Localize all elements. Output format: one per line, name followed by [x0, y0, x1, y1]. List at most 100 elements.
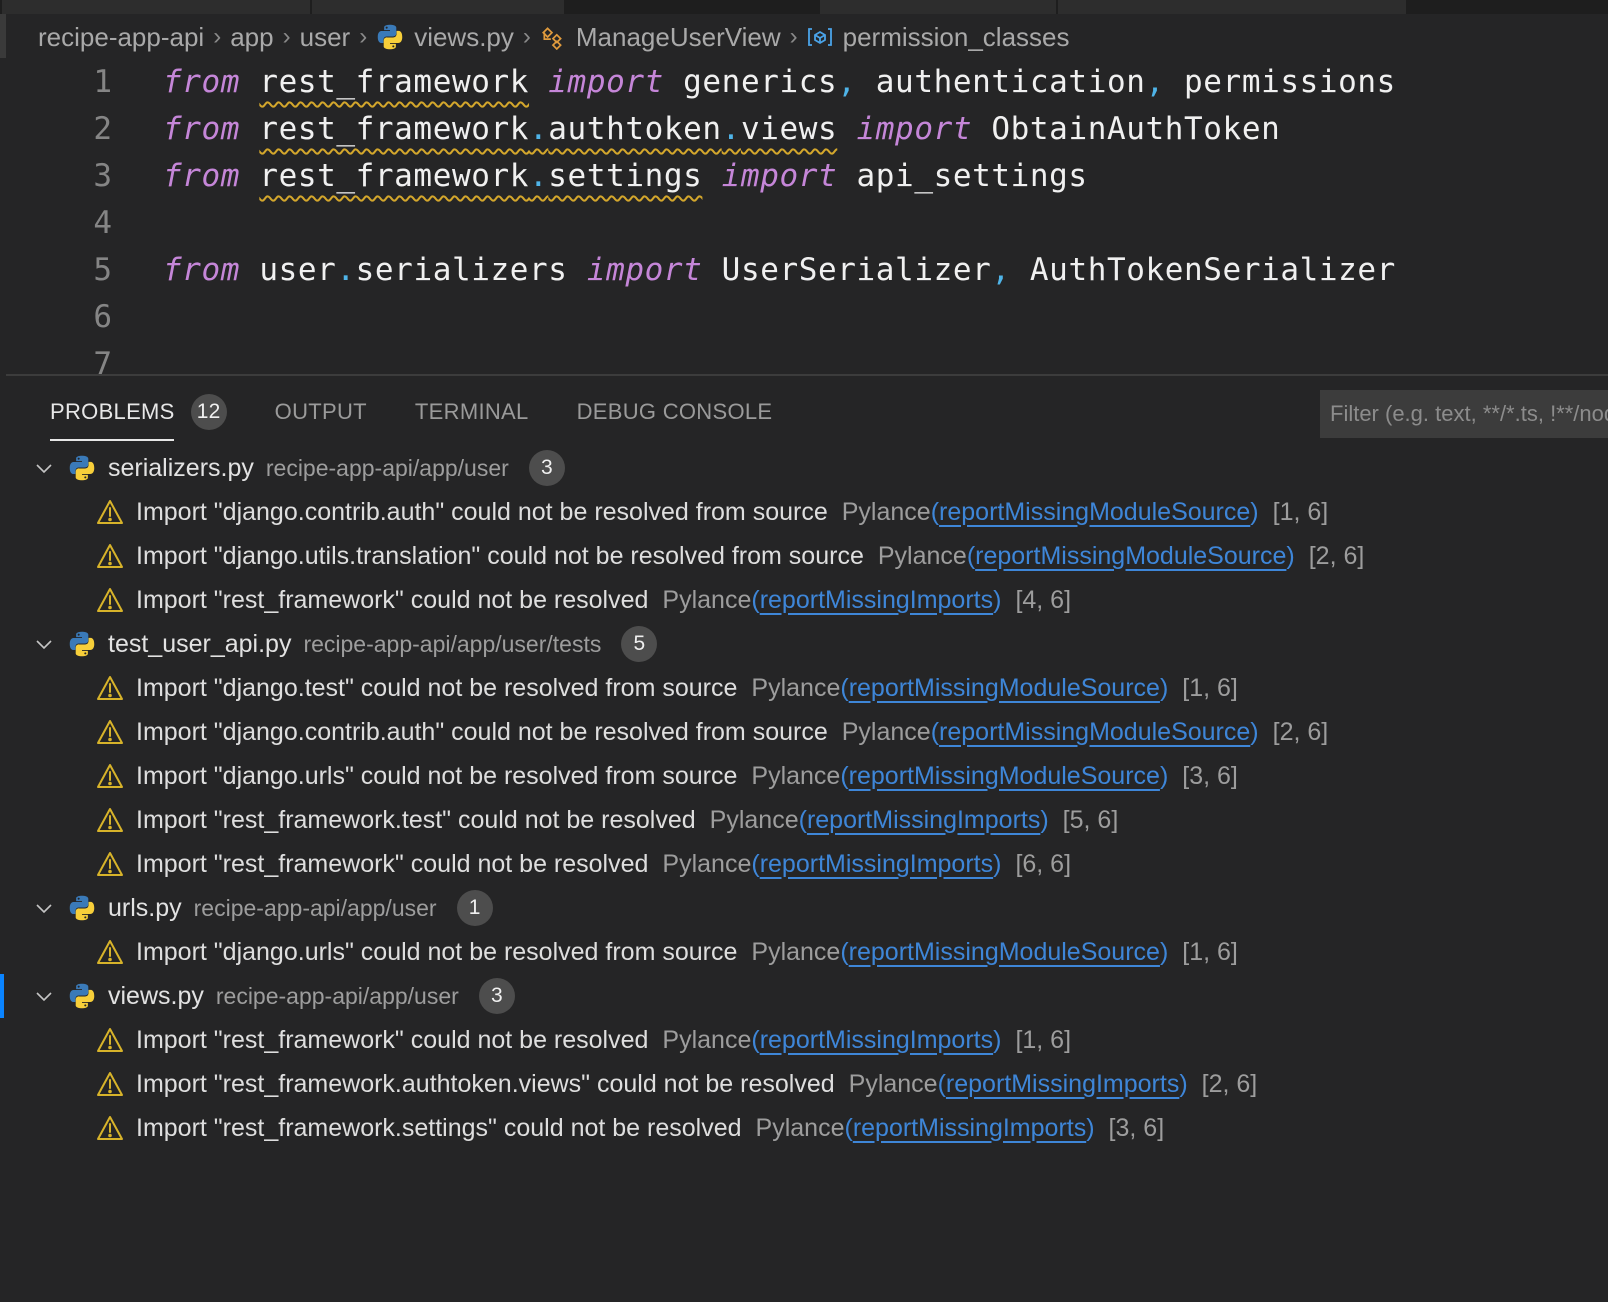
problem-item[interactable]: Import "rest_framework" could not be res… [0, 842, 1608, 886]
problem-location: [2, 6] [1308, 541, 1365, 570]
problem-item[interactable]: Import "django.contrib.auth" could not b… [0, 490, 1608, 534]
code-token: settings [548, 158, 703, 194]
code-line[interactable]: 5 from user.serializers import UserSerial… [0, 246, 1608, 294]
tab-label: DEBUG CONSOLE [576, 399, 773, 424]
paren: ( [930, 717, 940, 746]
warning-icon [96, 1071, 124, 1097]
problem-rule-link[interactable]: reportMissingModuleSource [939, 498, 1250, 527]
chevron-down-icon[interactable] [34, 634, 54, 654]
code-text[interactable]: from user.serializers import UserSeriali… [163, 246, 1396, 294]
editor-tab-strip [0, 0, 1608, 14]
code-line[interactable]: 6 [0, 293, 1608, 341]
problem-rule-link[interactable]: reportMissingModuleSource [849, 762, 1160, 791]
breadcrumb-separator-icon: › [522, 23, 531, 50]
problem-rule-link[interactable]: reportMissingModuleSource [849, 938, 1160, 967]
breadcrumb-label[interactable]: user [300, 22, 351, 53]
problem-item[interactable]: Import "rest_framework" could not be res… [0, 1018, 1608, 1062]
problem-item[interactable]: Import "django.urls" could not be resolv… [0, 754, 1608, 798]
problem-rule-link[interactable]: reportMissingImports [946, 1070, 1179, 1099]
code-line[interactable]: 2 from rest_framework.authtoken.views imp… [0, 105, 1608, 153]
editor-tab[interactable] [820, 0, 1056, 14]
code-text[interactable]: from rest_framework.authtoken.views impo… [163, 105, 1280, 153]
problem-location: [4, 6] [1015, 585, 1072, 614]
problem-item[interactable]: Import "django.urls" could not be resolv… [0, 930, 1608, 974]
problem-item[interactable]: Import "django.test" could not be resolv… [0, 666, 1608, 710]
paren: ( [840, 673, 849, 702]
tab-debug-console[interactable]: DEBUG CONSOLE [577, 399, 773, 425]
problem-location: [5, 6] [1062, 805, 1119, 834]
problem-item[interactable]: Import "django.contrib.auth" could not b… [0, 710, 1608, 754]
warning-icon [96, 1115, 124, 1141]
breadcrumb-label[interactable]: ManageUserView [576, 22, 781, 53]
paren: ) [1250, 717, 1259, 746]
problem-file-row[interactable]: serializers.py recipe-app-api/app/user 3 [0, 446, 1608, 490]
problem-rule-link[interactable]: reportMissingModuleSource [849, 674, 1160, 703]
warning-icon [96, 763, 124, 789]
problem-item[interactable]: Import "django.utils.translation" could … [0, 534, 1608, 578]
code-line[interactable]: 3 from rest_framework.settings import api… [0, 152, 1608, 200]
problem-source: Pylance [662, 1025, 752, 1054]
code-token: import [548, 64, 664, 100]
problem-file-path: recipe-app-api/app/user [193, 894, 437, 921]
editor-tab[interactable] [2, 0, 310, 14]
code-editor[interactable]: 1 from rest_framework import generics, au… [0, 58, 1608, 374]
problem-item[interactable]: Import "rest_framework" could not be res… [0, 578, 1608, 622]
problem-item[interactable]: Import "rest_framework.authtoken.views" … [0, 1062, 1608, 1106]
problem-file-row[interactable]: views.py recipe-app-api/app/user 3 [0, 974, 1608, 1018]
problem-message: Import "rest_framework.authtoken.views" … [136, 1069, 835, 1098]
tab-problems[interactable]: PROBLEMS 12 [50, 394, 227, 430]
problem-source: Pylance [662, 585, 752, 614]
problem-rule-link[interactable]: reportMissingModuleSource [939, 718, 1250, 747]
breadcrumb-label[interactable]: app [230, 22, 273, 53]
breadcrumb-item[interactable]: recipe-app-api [38, 22, 204, 53]
problem-rule-link[interactable]: reportMissingImports [760, 1026, 993, 1055]
code-token: user [240, 252, 337, 288]
problem-location: [1, 6] [1182, 673, 1238, 702]
tab-output[interactable]: OUTPUT [275, 399, 367, 425]
paren: ( [966, 541, 976, 570]
problem-message: Import "rest_framework" could not be res… [136, 849, 649, 878]
problem-rule-link[interactable]: reportMissingModuleSource [975, 542, 1286, 571]
code-text[interactable]: from rest_framework import generics, aut… [163, 58, 1396, 106]
chevron-down-icon[interactable] [34, 898, 54, 918]
code-line[interactable]: 4 [0, 199, 1608, 247]
breadcrumb-separator-icon: › [282, 23, 291, 50]
problem-rule-link[interactable]: reportMissingImports [807, 806, 1040, 835]
code-text[interactable]: from rest_framework.settings import api_… [163, 152, 1088, 200]
problem-file-row[interactable]: urls.py recipe-app-api/app/user 1 [0, 886, 1608, 930]
problem-file-count-badge: 3 [478, 978, 515, 1014]
breadcrumb-label[interactable]: views.py [414, 22, 514, 53]
breadcrumb-item[interactable]: app [230, 22, 273, 53]
chevron-down-icon[interactable] [34, 986, 54, 1006]
problem-file-row[interactable]: test_user_api.py recipe-app-api/app/user/… [0, 622, 1608, 666]
code-token: AuthTokenSerializer [1010, 252, 1396, 288]
breadcrumb-item[interactable]: ManageUserView [540, 22, 781, 53]
editor-tab[interactable] [312, 0, 564, 14]
tab-terminal[interactable]: TERMINAL [415, 399, 529, 425]
code-line[interactable]: 7 [0, 340, 1608, 374]
breadcrumb-item[interactable]: user [300, 22, 351, 53]
editor-tab[interactable] [1058, 0, 1406, 14]
panel-divider[interactable] [6, 374, 1608, 376]
problems-filter-input[interactable] [1320, 390, 1608, 438]
problem-file-path: recipe-app-api/app/user [215, 982, 459, 1009]
problem-item[interactable]: Import "rest_framework.settings" could n… [0, 1106, 1608, 1150]
problem-item[interactable]: Import "rest_framework.test" could not b… [0, 798, 1608, 842]
breadcrumb-label[interactable]: recipe-app-api [38, 22, 204, 53]
chevron-down-icon[interactable] [34, 458, 54, 478]
breadcrumb-item[interactable]: views.py [376, 22, 514, 53]
breadcrumb-item[interactable]: permission_classes [807, 22, 1070, 53]
problem-location: [1, 6] [1015, 1025, 1072, 1054]
code-line[interactable]: 1 from rest_framework import generics, au… [0, 58, 1608, 106]
problem-rule-link[interactable]: reportMissingImports [760, 586, 993, 615]
problem-source: Pylance [662, 849, 752, 878]
problem-rule-link[interactable]: reportMissingImports [853, 1114, 1086, 1143]
code-token: views [740, 111, 838, 147]
code-token: UserSerializer [702, 252, 992, 288]
problem-message: Import "rest_framework.test" could not b… [136, 805, 696, 834]
breadcrumb-label[interactable]: permission_classes [843, 22, 1070, 53]
problem-rule-link[interactable]: reportMissingImports [760, 850, 993, 879]
breadcrumb-separator-icon: › [789, 23, 798, 50]
